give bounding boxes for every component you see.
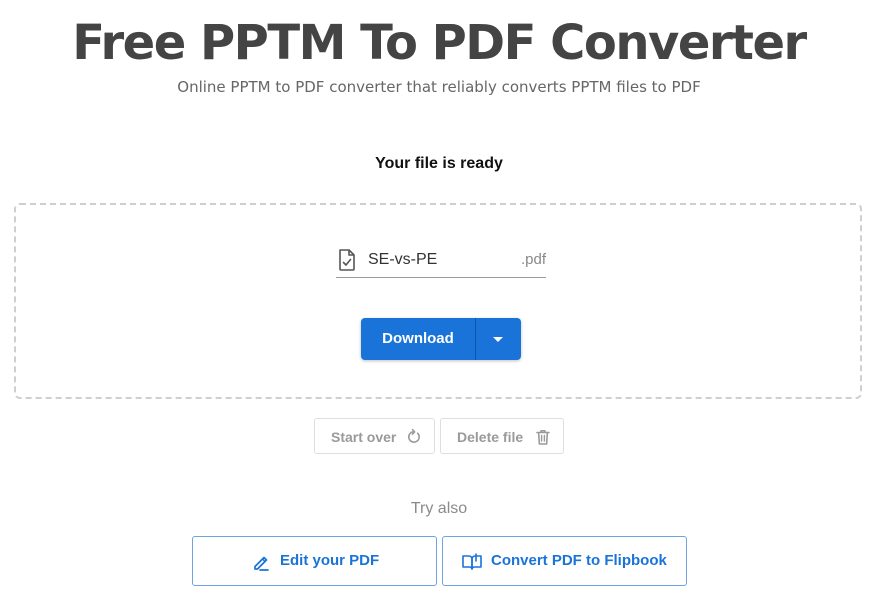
status-message: Your file is ready: [375, 155, 503, 172]
refresh-icon: [407, 428, 420, 443]
book-icon: [462, 553, 482, 570]
convert-flipbook-label: Convert PDF to Flipbook: [491, 552, 667, 569]
download-options-button[interactable]: [476, 318, 521, 360]
try-also-heading: Try also: [410, 500, 468, 517]
converter-page: Free PPTM To PDF Converter Online PPTM t…: [0, 0, 878, 602]
start-over-label: Start over: [331, 429, 397, 445]
page-title: Free PPTM To PDF Converter: [72, 15, 807, 71]
pencil-icon: [254, 556, 269, 571]
edit-pdf-button[interactable]: Edit your PDF: [192, 536, 437, 586]
page-subtitle: Online PPTM to PDF converter that reliab…: [177, 78, 701, 96]
trash-icon: [536, 430, 550, 445]
file-check-icon: [339, 249, 355, 271]
convert-flipbook-button[interactable]: Convert PDF to Flipbook: [442, 536, 687, 586]
file-extension: .pdf: [520, 251, 546, 268]
edit-pdf-label: Edit your PDF: [280, 552, 380, 569]
start-over-button[interactable]: Start over: [314, 418, 435, 454]
download-button[interactable]: Download: [361, 318, 475, 360]
caret-down-icon: [493, 337, 503, 342]
delete-file-label: Delete file: [457, 429, 524, 445]
result-panel: SE-vs-PE .pdf Download: [14, 203, 862, 399]
file-name: SE-vs-PE: [368, 251, 438, 268]
download-button-group: Download: [361, 318, 521, 360]
file-name-field[interactable]: SE-vs-PE .pdf: [336, 241, 546, 278]
delete-file-button[interactable]: Delete file: [440, 418, 564, 454]
